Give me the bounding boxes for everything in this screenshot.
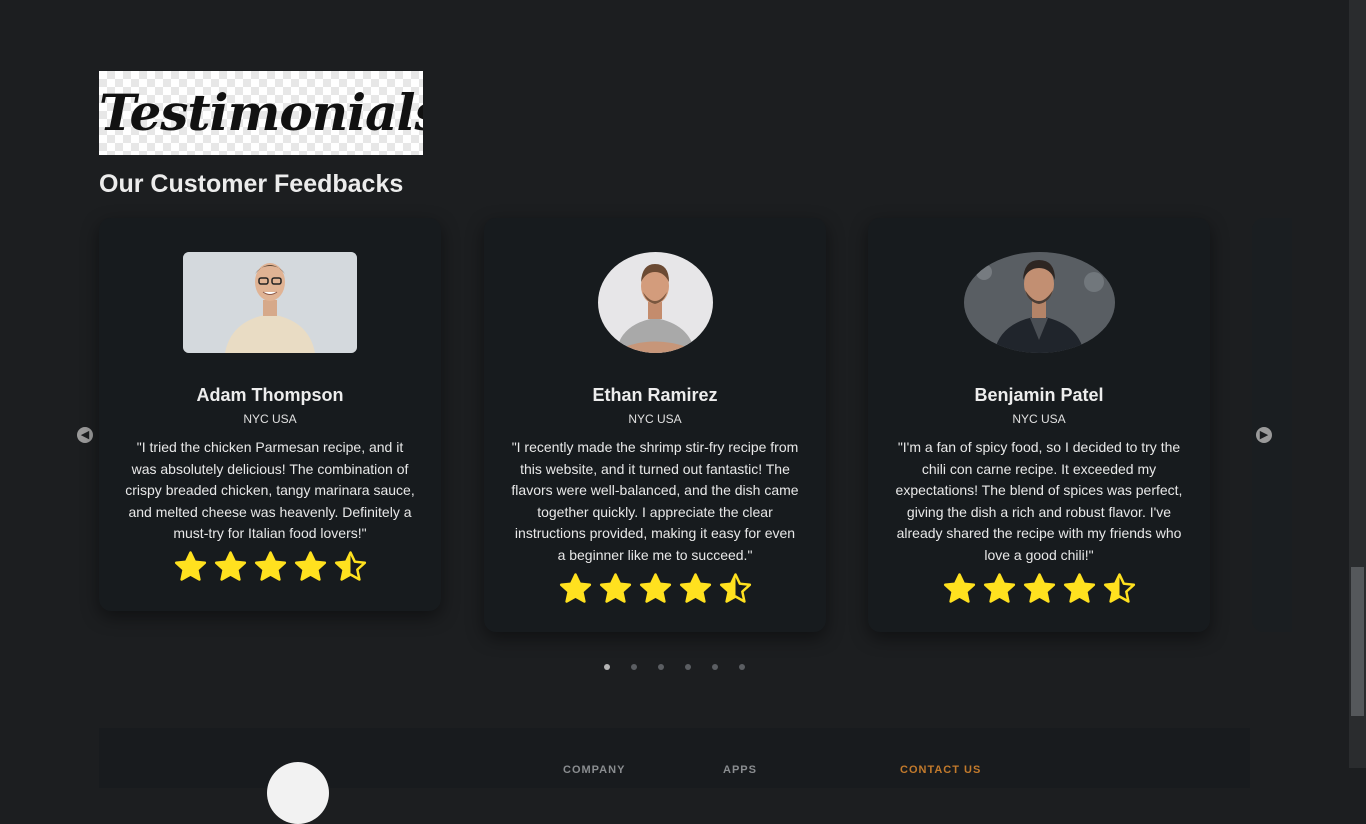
star-full-icon <box>559 572 591 603</box>
star-rating <box>99 550 441 582</box>
testimonial-card: Ethan Ramirez NYC USA "I recently made t… <box>484 218 826 632</box>
chevron-left-icon: ◀ <box>80 429 90 441</box>
star-half-icon <box>334 551 366 581</box>
review-text: "I'm a fan of spicy food, so I decided t… <box>895 439 1183 563</box>
star-full-icon <box>1063 572 1095 603</box>
section-title: Our Customer Feedbacks <box>99 170 404 198</box>
carousel-dot[interactable] <box>631 664 637 670</box>
avatar-photo <box>963 252 1115 353</box>
scrollbar-thumb[interactable] <box>1351 567 1364 716</box>
star-full-icon <box>214 551 246 581</box>
review-text: "I tried the chicken Parmesan recipe, an… <box>125 439 415 542</box>
footer-heading-contact: CONTACT US <box>900 764 982 776</box>
star-full-icon <box>254 551 286 581</box>
star-half-icon <box>719 572 751 603</box>
carousel-dot[interactable] <box>604 664 610 670</box>
carousel-dot[interactable] <box>739 664 745 670</box>
star-full-icon <box>174 551 206 581</box>
testimonial-card: Adam Thompson NYC USA "I tried the chick… <box>99 218 441 611</box>
star-full-icon <box>679 572 711 603</box>
footer-heading-apps: APPS <box>723 764 757 776</box>
testimonials-logo-text: Testimonials <box>99 83 423 142</box>
testimonial-card-next-peek <box>1252 218 1292 632</box>
reviewer-name: Benjamin Patel <box>974 385 1104 405</box>
star-full-icon <box>639 572 671 603</box>
review-text: "I recently made the shrimp stir-fry rec… <box>511 439 799 563</box>
reviewer-name: Ethan Ramirez <box>592 385 718 405</box>
star-full-icon <box>599 572 631 603</box>
star-full-icon <box>983 572 1015 603</box>
carousel-dot[interactable] <box>685 664 691 670</box>
reviewer-location: NYC USA <box>243 412 297 426</box>
star-full-icon <box>1023 572 1055 603</box>
star-full-icon <box>943 572 975 603</box>
reviewer-location: NYC USA <box>628 412 682 426</box>
carousel-pagination <box>604 664 745 670</box>
testimonials-logo: Testimonials <box>99 71 423 155</box>
reviewer-name: Adam Thompson <box>196 385 344 405</box>
carousel-prev-button[interactable]: ◀ <box>77 427 93 443</box>
footer: COMPANY APPS CONTACT US <box>99 728 1250 824</box>
carousel-dot[interactable] <box>658 664 664 670</box>
star-half-icon <box>1103 572 1135 603</box>
footer-heading-company: COMPANY <box>563 764 626 776</box>
star-rating <box>484 572 826 604</box>
star-rating <box>868 572 1210 604</box>
carousel-next-button[interactable]: ▶ <box>1256 427 1272 443</box>
star-full-icon <box>294 551 326 581</box>
testimonial-card: Benjamin Patel NYC USA "I'm a fan of spi… <box>868 218 1210 632</box>
avatar-photo <box>183 252 357 353</box>
page-scrollbar[interactable] <box>1349 0 1366 768</box>
chevron-right-icon: ▶ <box>1259 429 1269 441</box>
footer-logo <box>267 762 329 824</box>
carousel-dot[interactable] <box>712 664 718 670</box>
avatar-photo <box>597 252 713 353</box>
reviewer-location: NYC USA <box>1012 412 1066 426</box>
